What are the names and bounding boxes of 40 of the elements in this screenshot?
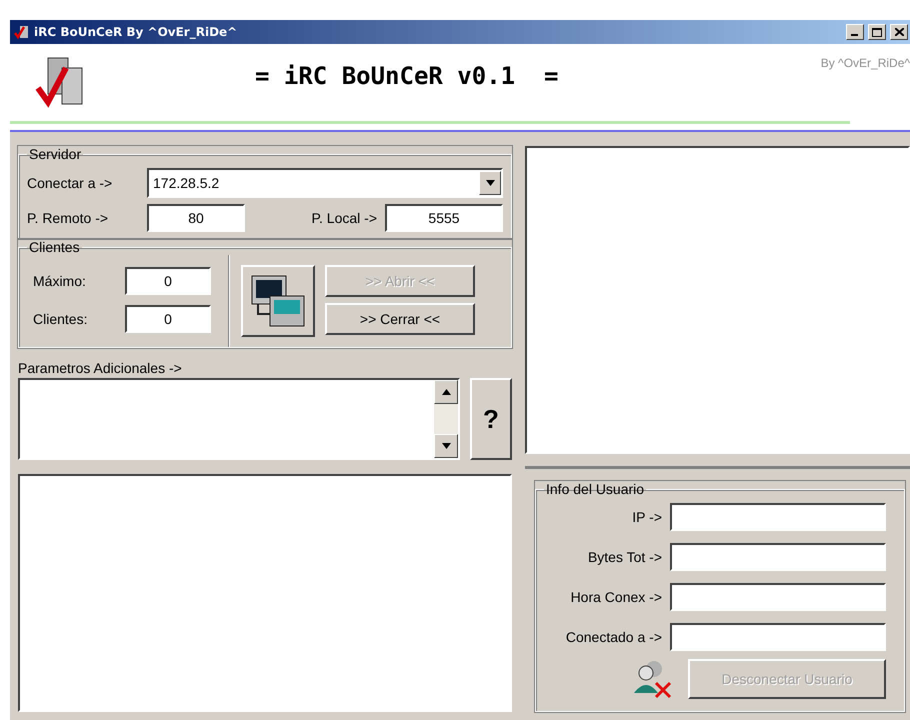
field-label: IP -> <box>631 509 662 525</box>
local-port-field[interactable]: 5555 <box>385 204 503 232</box>
close-icon <box>894 28 904 36</box>
user-remove-icon <box>632 659 672 699</box>
app-icon <box>14 24 30 40</box>
field-label: Máximo: <box>33 273 87 289</box>
field-label: Clientes: <box>33 311 88 327</box>
info-field[interactable] <box>670 503 886 531</box>
remote-port-field[interactable]: 80 <box>147 204 245 232</box>
scroll-down-icon[interactable] <box>434 434 458 458</box>
params-field[interactable] <box>18 378 460 460</box>
field-label: P. Local -> <box>310 210 377 226</box>
maximize-button[interactable] <box>868 24 886 40</box>
window-title: iRC BoUnCeR By ^OvEr_RiDe^ <box>34 25 238 39</box>
scroll-up-icon[interactable] <box>434 380 458 404</box>
computers-button[interactable] <box>241 265 315 337</box>
group-label: Servidor <box>28 146 82 162</box>
action-button[interactable]: >> Cerrar << <box>325 303 475 335</box>
group-label: Info del Usuario <box>545 481 646 497</box>
scrollbar[interactable] <box>434 380 458 458</box>
params-label: Parametros Adicionales -> <box>18 360 183 376</box>
field-label: Conectar a -> <box>27 175 114 191</box>
computers-icon <box>250 274 306 328</box>
maximize-icon <box>872 28 882 36</box>
field-label: Bytes Tot -> <box>586 549 662 565</box>
field-label: Conectado a -> <box>564 629 662 645</box>
author-credit: By ^OvEr_RiDe^ <box>820 56 910 70</box>
clients-field[interactable]: 0 <box>125 305 211 333</box>
group-label: Clientes <box>28 239 81 255</box>
info-field[interactable] <box>670 583 886 611</box>
close-button[interactable] <box>890 24 908 40</box>
field-label: Hora Conex -> <box>570 589 662 605</box>
info-field[interactable] <box>670 543 886 571</box>
max-clients-field[interactable]: 0 <box>125 267 211 295</box>
app-heading: = iRC BoUnCeR v0.1 = <box>255 62 558 90</box>
minimize-button[interactable] <box>846 24 864 40</box>
server-dropdown[interactable]: 172.28.5.2 <box>147 168 503 198</box>
field-label: P. Remoto -> <box>27 210 110 226</box>
help-button[interactable]: ? <box>470 378 512 460</box>
info-field[interactable] <box>670 623 886 651</box>
